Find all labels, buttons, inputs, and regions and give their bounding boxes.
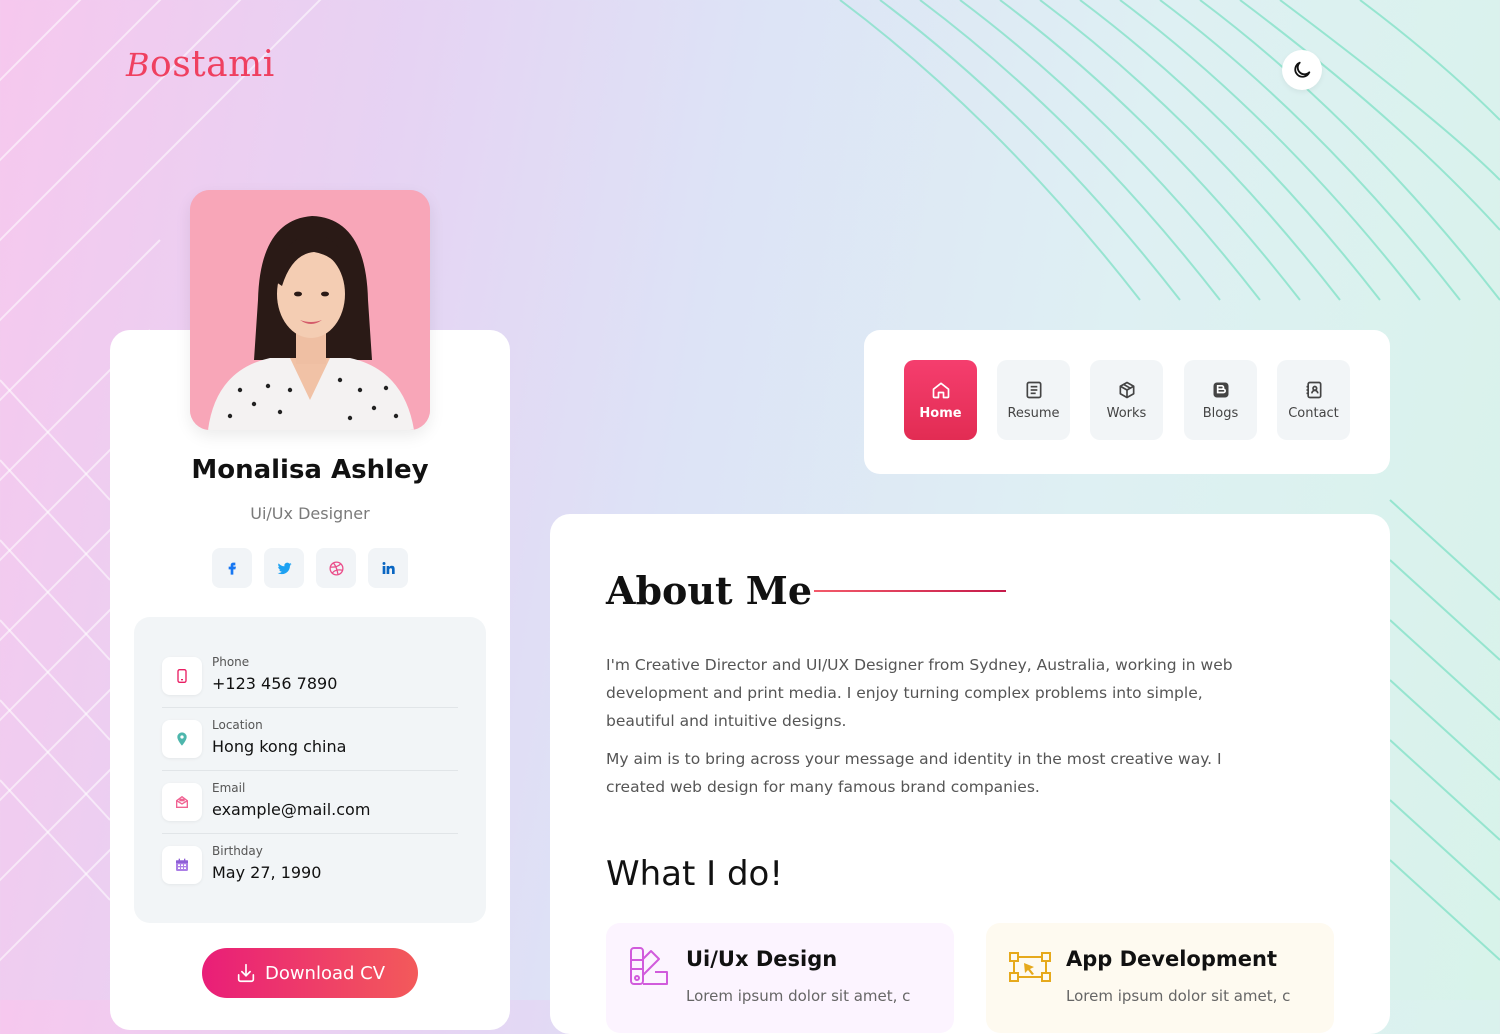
email-icon-wrap xyxy=(162,783,202,821)
design-swatch-icon xyxy=(630,947,668,985)
calendar-icon-wrap xyxy=(162,846,202,884)
nav-item-resume[interactable]: Resume xyxy=(997,360,1070,440)
nav-label: Home xyxy=(919,405,962,421)
profile-role: Ui/Ux Designer xyxy=(250,504,370,523)
about-title: About Me xyxy=(606,568,813,613)
home-icon xyxy=(932,382,949,398)
brand-logo[interactable]: Bostami xyxy=(126,44,275,85)
nav-label: Blogs xyxy=(1202,405,1239,421)
info-value: +123 456 7890 xyxy=(212,674,338,693)
info-value: example@mail.com xyxy=(212,800,371,819)
info-value: May 27, 1990 xyxy=(212,863,322,882)
nav-item-works[interactable]: Works xyxy=(1090,360,1163,440)
twitter-icon xyxy=(276,562,292,574)
nav-item-home[interactable]: Home xyxy=(904,360,977,440)
info-value: Hong kong china xyxy=(212,737,347,756)
info-label: Phone xyxy=(212,655,250,669)
logo-initial: B xyxy=(126,46,151,84)
download-cv-label: Download CV xyxy=(264,962,386,984)
dribbble-icon xyxy=(328,560,344,576)
linkedin-icon xyxy=(382,562,395,574)
calendar-icon xyxy=(176,858,188,871)
service-card-app-dev[interactable]: App Development Lorem ipsum dolor sit am… xyxy=(986,923,1334,1033)
download-cv-button[interactable]: Download CV xyxy=(202,948,418,998)
nav-label: Works xyxy=(1106,405,1147,421)
about-paragraph-2: My aim is to bring across your message a… xyxy=(606,750,1222,796)
service-description: Lorem ipsum dolor sit amet, c xyxy=(686,987,911,1005)
works-icon xyxy=(1119,381,1134,398)
blogs-icon xyxy=(1213,382,1228,397)
about-section: About Me I'm Creative Director and UI/UX… xyxy=(550,514,1390,1034)
contact-info-box: Phone +123 456 7890 Location Hong kong c… xyxy=(134,617,486,923)
nav-item-blogs[interactable]: Blogs xyxy=(1184,360,1257,440)
profile-name: Monalisa Ashley xyxy=(191,455,429,485)
service-card-uiux[interactable]: Ui/Ux Design Lorem ipsum dolor sit amet,… xyxy=(606,923,954,1033)
facebook-icon xyxy=(228,562,236,575)
info-label: Email xyxy=(212,781,246,795)
nav-label: Resume xyxy=(1007,405,1060,421)
facebook-link[interactable] xyxy=(212,548,252,588)
info-row-location: Location Hong kong china xyxy=(162,708,458,771)
app-dev-icon xyxy=(1009,952,1051,982)
phone-icon xyxy=(177,669,187,683)
logo-text: ostami xyxy=(150,44,275,85)
linkedin-link[interactable] xyxy=(368,548,408,588)
what-i-do-title: What I do! xyxy=(606,854,783,894)
title-underline xyxy=(814,590,1006,592)
location-icon xyxy=(177,732,187,746)
service-icon-wrap xyxy=(628,945,670,991)
info-row-birthday: Birthday May 27, 1990 xyxy=(162,834,458,897)
social-links xyxy=(212,548,408,588)
download-icon xyxy=(237,963,255,983)
phone-icon-wrap xyxy=(162,657,202,695)
twitter-link[interactable] xyxy=(264,548,304,588)
service-title: Ui/Ux Design xyxy=(686,947,838,971)
nav-label: Contact xyxy=(1288,405,1339,421)
dribbble-link[interactable] xyxy=(316,548,356,588)
contact-icon xyxy=(1306,381,1321,398)
info-label: Location xyxy=(212,718,263,732)
main-navigation: Home Resume Works Blogs Contact xyxy=(864,330,1390,474)
service-title: App Development xyxy=(1066,947,1278,971)
info-row-email: Email example@mail.com xyxy=(162,771,458,834)
service-description: Lorem ipsum dolor sit amet, c xyxy=(1066,987,1291,1005)
email-icon xyxy=(176,795,188,808)
service-icon-wrap xyxy=(1008,945,1052,991)
info-label: Birthday xyxy=(212,844,263,858)
about-paragraph-1: I'm Creative Director and UI/UX Designer… xyxy=(606,656,1233,730)
theme-toggle-button[interactable] xyxy=(1282,50,1322,90)
location-icon-wrap xyxy=(162,720,202,758)
profile-photo xyxy=(190,190,430,430)
moon-icon xyxy=(1294,61,1311,78)
nav-item-contact[interactable]: Contact xyxy=(1277,360,1350,440)
resume-icon xyxy=(1026,381,1041,398)
info-row-phone: Phone +123 456 7890 xyxy=(162,645,458,708)
